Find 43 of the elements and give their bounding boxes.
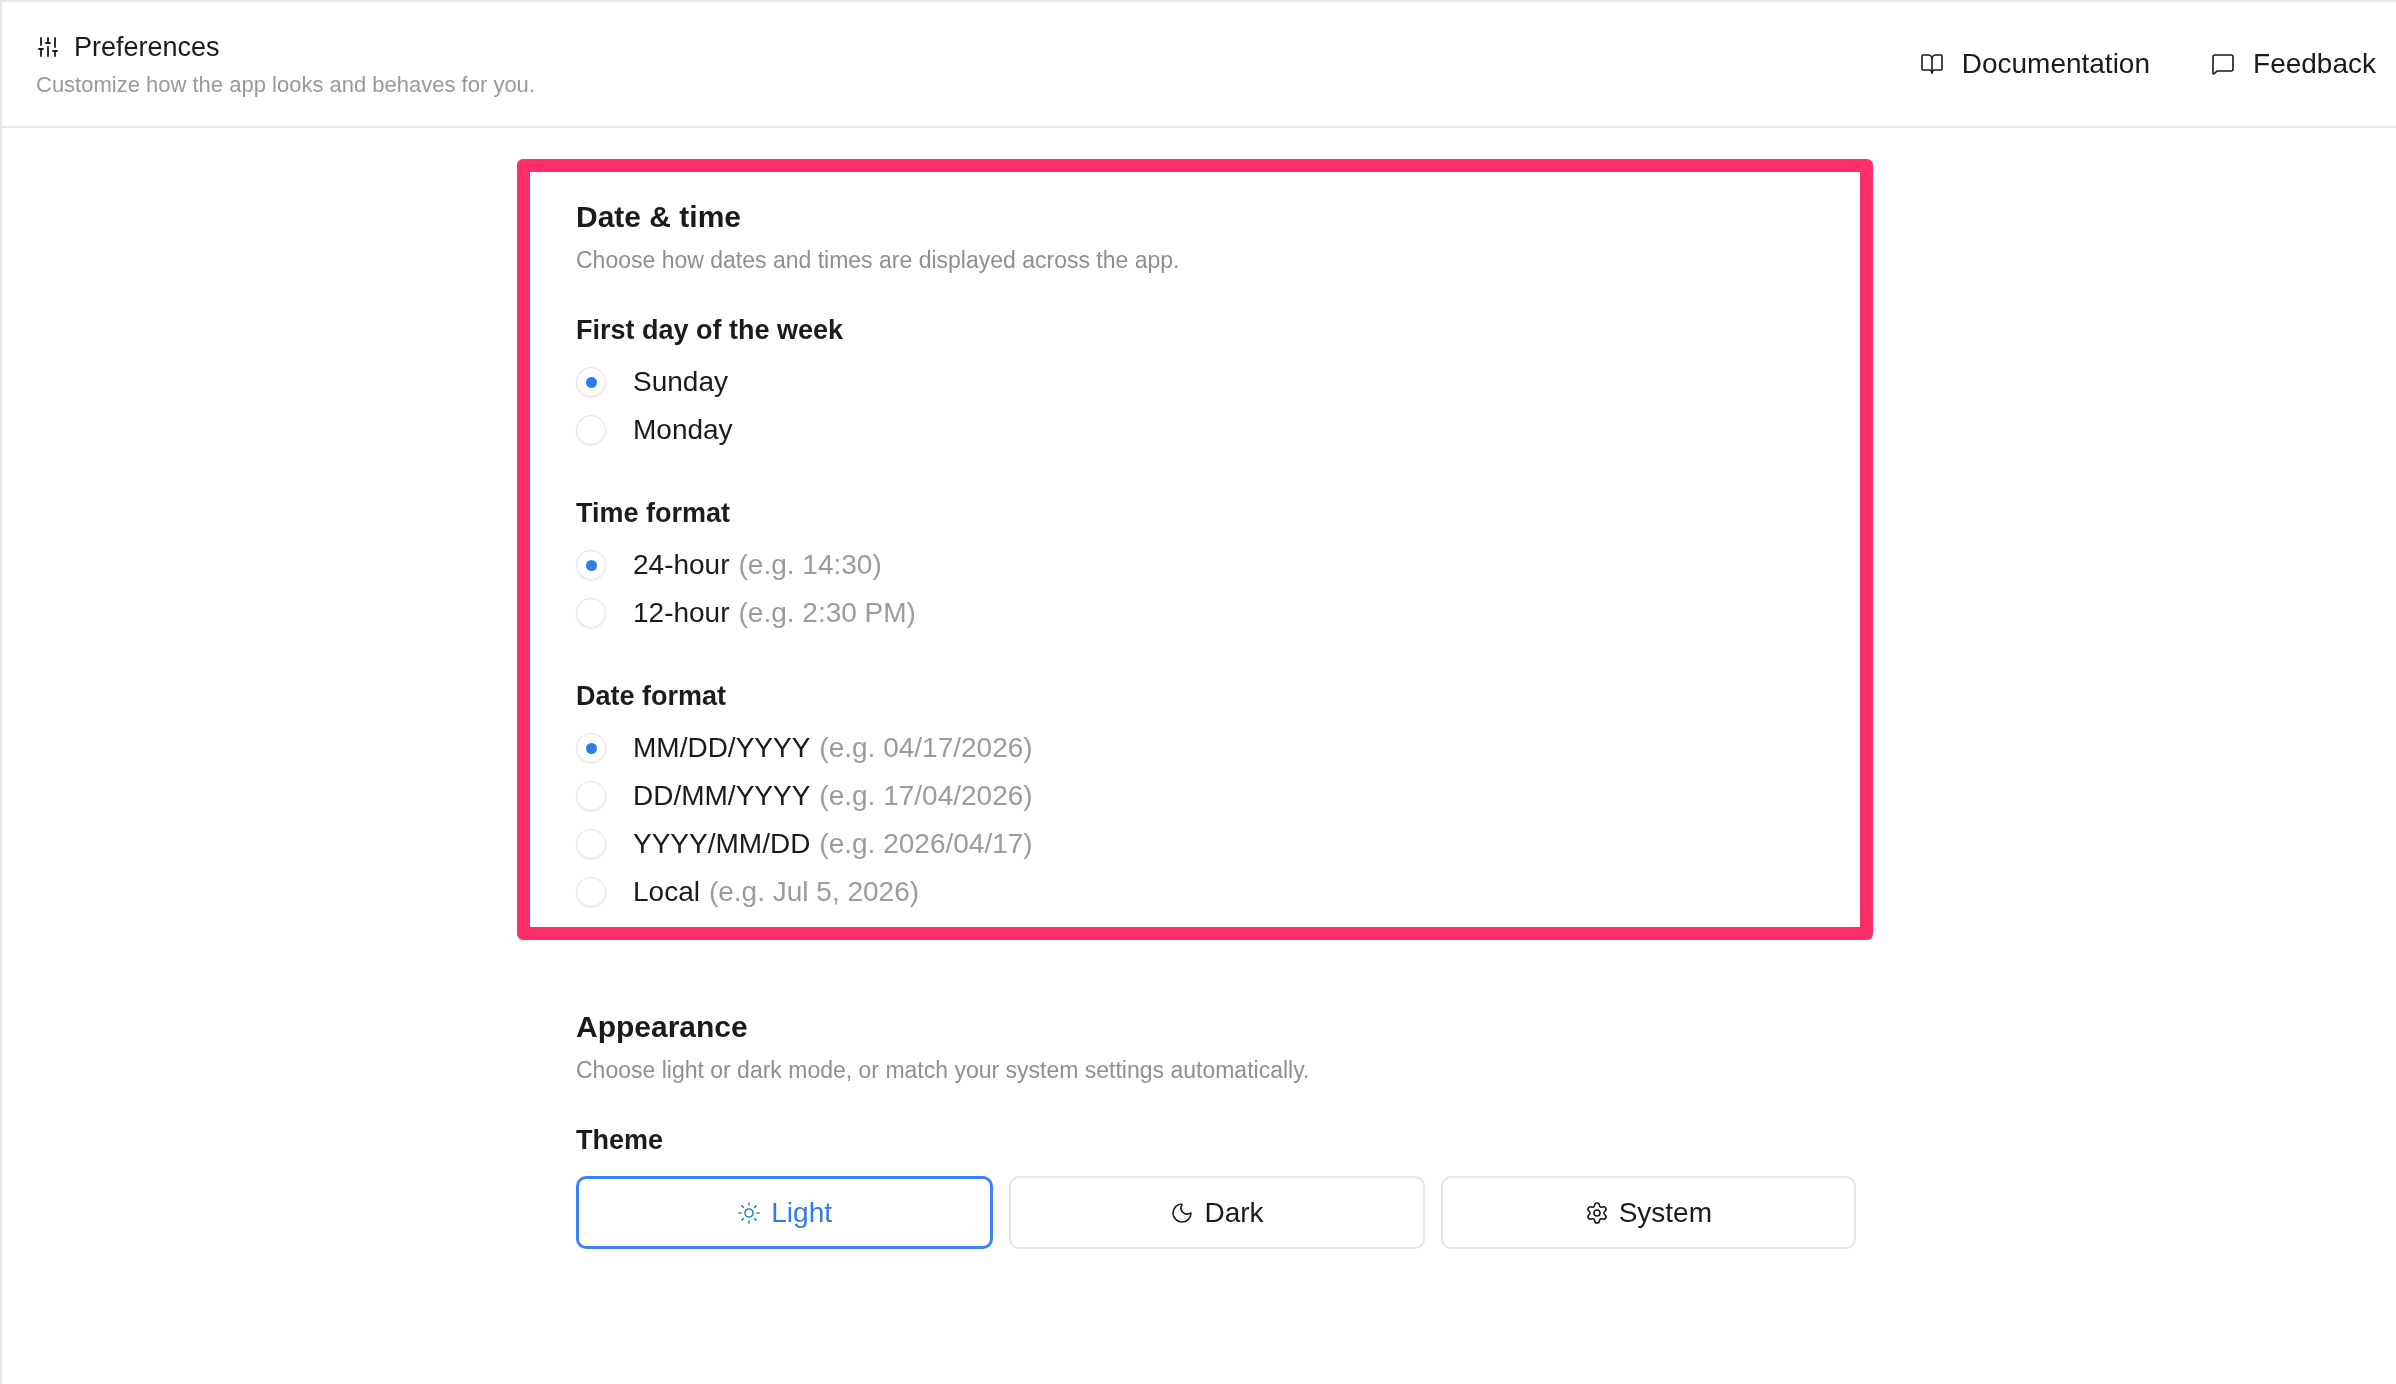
option-label: MM/DD/YYYY [633, 731, 811, 765]
section-title: Appearance [576, 1009, 749, 1045]
theme-option-button[interactable]: System [1440, 1176, 1856, 1249]
option-hint: (e.g. 17/04/2026) [819, 779, 1033, 813]
section-description: Choose light or dark mode, or match your system settings automatically. [576, 1056, 1311, 1085]
group-label: Time format [576, 497, 732, 530]
speech-bubble-icon [2211, 52, 2236, 76]
radio-button[interactable] [576, 415, 606, 445]
option-label: DD/MM/YYYY [633, 779, 811, 813]
radio-button[interactable] [576, 598, 606, 628]
radio-button[interactable] [576, 550, 606, 580]
radio-button[interactable] [576, 829, 606, 859]
option-hint: (e.g. 14:30) [738, 548, 882, 582]
group-label: First day of the week [576, 314, 845, 347]
section-title: Date & time [576, 199, 743, 235]
radio-button[interactable] [576, 733, 606, 763]
option-label: Monday [633, 413, 733, 447]
sliders-icon [36, 35, 60, 59]
group-label: Date format [576, 680, 728, 713]
option-hint: (e.g. 04/17/2026) [819, 731, 1033, 765]
option-label: Local [633, 875, 700, 909]
theme-option-button[interactable]: Dark [1009, 1176, 1425, 1249]
radio-button[interactable] [576, 877, 606, 907]
book-icon [1919, 52, 1944, 76]
option-hint: (e.g. Jul 5, 2026) [708, 875, 920, 909]
gear-icon [1584, 1200, 1609, 1225]
page-subtitle: Customize how the app looks and behaves for you. [36, 71, 535, 99]
option-label: YYYY/MM/DD [633, 827, 811, 861]
option-label: Sunday [633, 365, 728, 399]
option-label: 12-hour [633, 596, 730, 630]
header-link[interactable]: Documentation [1919, 43, 2151, 85]
option-hint: (e.g. 2026/04/17) [819, 827, 1033, 861]
section-description: Choose how dates and times are displayed across the app. [576, 246, 1181, 275]
sun-icon [737, 1200, 762, 1225]
radio-button[interactable] [576, 367, 606, 397]
page-title: Preferences [74, 31, 220, 64]
option-hint: (e.g. 2:30 PM) [738, 596, 916, 630]
group-label: Theme [576, 1124, 665, 1157]
radio-button[interactable] [576, 781, 606, 811]
option-label: 24-hour [633, 548, 730, 582]
moon-icon [1170, 1200, 1195, 1225]
header-link[interactable]: Feedback [2211, 43, 2376, 85]
theme-option-button[interactable]: Light [576, 1176, 994, 1249]
